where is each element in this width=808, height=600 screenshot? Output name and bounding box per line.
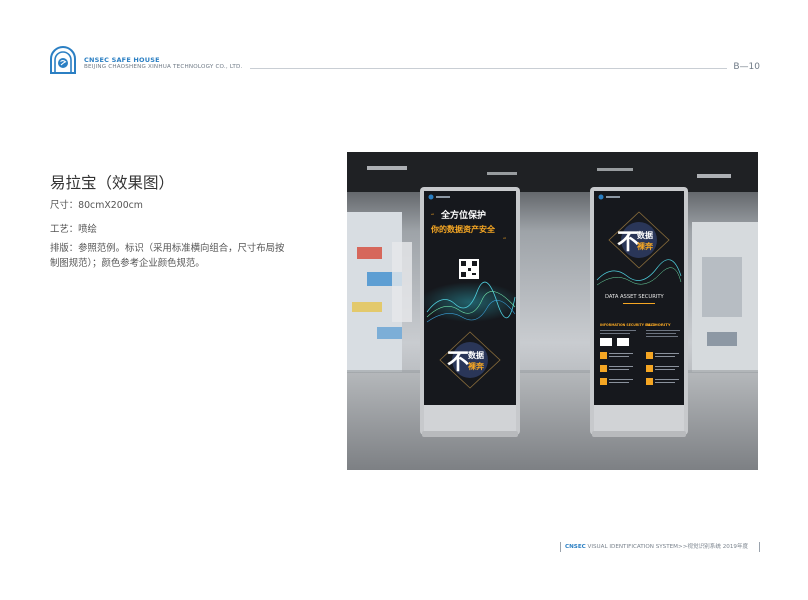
footer-brand: CNSEC	[565, 544, 586, 550]
rollup-banner-mockup-photo: “ 全方位保护 你的数据资产安全 ” 不 数据 裸奔 不 数据 裸奔 DATA …	[347, 152, 758, 470]
page-number: B—10	[733, 62, 760, 72]
footer-text: CNSEC VISUAL IDENTIFICATION SYSTEM>>视觉识别…	[565, 542, 748, 550]
right-banner-emblem-char: 不	[617, 230, 639, 255]
right-banner-emblem-line2: 裸奔	[637, 241, 654, 251]
right-banner-caption: DATA ASSET SECURITY	[605, 294, 665, 300]
left-banner-emblem-line2: 裸奔	[468, 361, 485, 371]
footer-divider-left	[560, 542, 561, 552]
page-header: CNSEC SAFE HOUSE BEIJING CHAOSHENG XINHU…	[48, 46, 760, 80]
section-title: 易拉宝（效果图）	[50, 174, 175, 192]
left-banner: “ 全方位保护 你的数据资产安全 ” 不 数据 裸奔	[420, 187, 520, 437]
spec-layout: 排版：参照范例。标识（采用标准横向组合，尺寸布局按制图规范）；颜色参考企业颜色规…	[50, 243, 285, 269]
page-footer: CNSEC VISUAL IDENTIFICATION SYSTEM>>视觉识别…	[560, 540, 760, 554]
left-banner-headline-2: 你的数据资产安全	[430, 224, 496, 234]
svg-text:”: ”	[503, 237, 506, 244]
right-banner-col2-heading: AUTHORITY	[646, 322, 671, 327]
svg-text:“: “	[431, 213, 434, 220]
right-banner-emblem-line1: 数据	[637, 230, 653, 240]
footer-divider-right	[759, 542, 760, 552]
left-banner-headline-1: 全方位保护	[440, 209, 486, 221]
spec-craft: 工艺：喷绘	[50, 224, 97, 235]
cnsec-logo-icon	[50, 46, 76, 74]
left-banner-emblem-char: 不	[447, 350, 469, 375]
footer-caption: VISUAL IDENTIFICATION SYSTEM>>视觉识别系统 201…	[585, 544, 749, 550]
mockup-scene: “ 全方位保护 你的数据资产安全 ” 不 数据 裸奔 不 数据 裸奔 DATA …	[347, 152, 758, 470]
left-banner-emblem-line1: 数据	[468, 350, 484, 360]
right-banner: 不 数据 裸奔 DATA ASSET SECURITY INFORMATION …	[590, 187, 688, 437]
brand-subtitle: BEIJING CHAOSHENG XINHUA TECHNOLOGY CO.,…	[84, 64, 243, 70]
brand-name: CNSEC SAFE HOUSE	[84, 56, 160, 64]
header-divider	[250, 68, 727, 69]
spec-size: 尺寸：80cmX200cm	[50, 200, 143, 211]
